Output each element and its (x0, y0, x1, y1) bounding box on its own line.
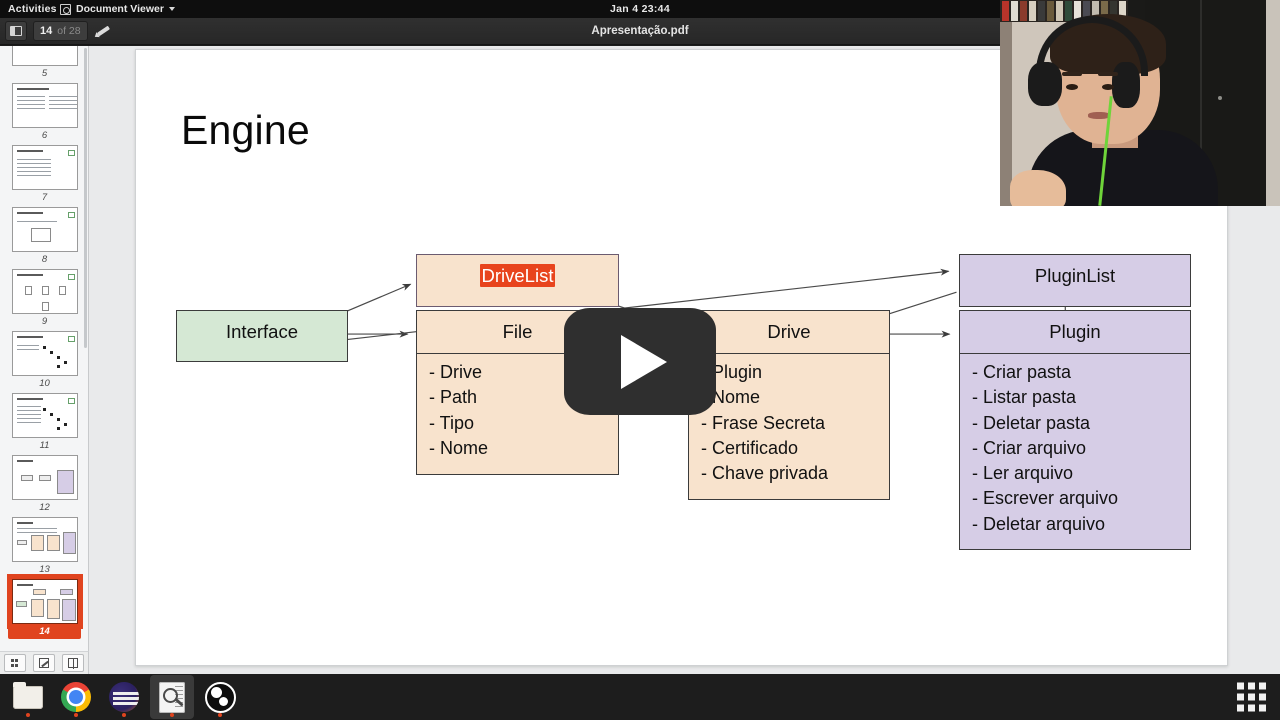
thumbnails-view-button[interactable] (3, 654, 26, 672)
thumbnail-page-9[interactable]: 9 (0, 266, 88, 328)
thumbnail-image[interactable] (11, 207, 78, 252)
thumbnail-image[interactable] (11, 145, 78, 190)
taskbar-item-chrome[interactable] (54, 675, 98, 719)
taskbar-items (0, 674, 1280, 720)
annotations-icon (38, 658, 49, 668)
thumbnail-page-number: 13 (39, 564, 50, 575)
uml-box-plugin-item: - Escrever arquivo (972, 488, 1119, 509)
uml-box-drivelist[interactable]: DriveList (416, 254, 619, 307)
thumbnail-page-5[interactable]: 5 (0, 46, 88, 80)
webcam-headphone-right (1112, 62, 1140, 108)
thumbnail-image[interactable] (11, 269, 78, 314)
uml-box-plugin-title: Plugin (960, 311, 1190, 354)
uml-box-drive-item: - Plugin (701, 362, 763, 382)
thumbnail-page-14[interactable]: 14 (0, 574, 88, 639)
uml-box-pluginlist[interactable]: PluginList (959, 254, 1191, 307)
uml-box-drive-items: - Plugin - Nome - Frase Secreta - Certifica… (689, 354, 889, 494)
page-title: Engine (181, 107, 310, 153)
webcam-person-hand (1010, 170, 1066, 206)
thumbnail-page-7[interactable]: 7 (0, 142, 88, 204)
thumbnail-toolbar (0, 651, 89, 674)
uml-box-drive-item: - Chave privada (701, 463, 829, 484)
uml-box-drive-title: Drive (689, 311, 889, 354)
running-indicator-dot (218, 713, 222, 717)
taskbar-item-evince[interactable] (150, 675, 194, 719)
thumbnail-page-8[interactable]: 8 (0, 204, 88, 266)
outline-icon (68, 658, 79, 669)
webcam-brow-right (1098, 72, 1118, 76)
uml-box-plugin-item: - Listar pasta (972, 387, 1077, 408)
taskbar-item-obs[interactable] (198, 675, 242, 719)
grid-icon (10, 659, 19, 667)
thumbnail-page-number: 8 (41, 254, 48, 265)
thumbnail-page-number: 12 (39, 502, 50, 513)
uml-box-plugin-item: - Criar arquivo (972, 437, 1087, 458)
play-triangle-icon (621, 334, 667, 389)
uml-box-file-item: - Nome (429, 437, 489, 458)
thumbnail-page-10[interactable]: 10 (0, 328, 88, 390)
uml-box-plugin[interactable]: Plugin - Criar pasta - Listar pasta - Dele… (959, 310, 1191, 550)
webcam-eye-right (1102, 84, 1114, 90)
thumbnail-page-number: 14 (39, 626, 50, 637)
play-button-icon[interactable] (564, 308, 716, 415)
webcam-headphone-left (1028, 62, 1062, 106)
thumbnail-sidebar[interactable]: 5 6 7 8 9 10 11 12 13 14 (0, 46, 89, 651)
thumbnail-image[interactable] (11, 517, 78, 562)
thumbnail-image[interactable] (6, 574, 83, 629)
thumbnail-list[interactable]: 5 6 7 8 9 10 11 12 13 14 (0, 46, 88, 639)
uml-box-pluginlist-title: PluginList (1034, 265, 1116, 286)
thumbnail-image[interactable] (11, 83, 78, 128)
taskbar-item-files[interactable] (6, 675, 50, 719)
thumbnail-page-number: 7 (41, 192, 48, 203)
thumbnail-page-number: 9 (41, 316, 48, 327)
thumbnail-image[interactable] (11, 455, 78, 500)
uml-box-plugin-item: - Deletar arquivo (972, 513, 1106, 534)
outline-view-button[interactable] (62, 654, 85, 672)
browser-icon (109, 682, 139, 712)
uml-box-drivelist-title: DriveList (479, 264, 556, 287)
thumbnail-page-number: 10 (39, 378, 50, 389)
thumbnail-page-11[interactable]: 11 (0, 390, 88, 452)
desktop-screen: Activities Document Viewer Jan 4 23:44 1… (0, 0, 1280, 720)
thumbnail-page-number: 6 (41, 130, 48, 141)
webcam-wall-edge (1000, 22, 1012, 206)
uml-box-drive-item: - Certificado (701, 437, 799, 458)
uml-box-plugin-item: - Deletar pasta (972, 412, 1091, 433)
obs-icon (204, 681, 236, 713)
uml-box-drive-item: - Nome (701, 387, 761, 408)
running-indicator-dot (170, 713, 174, 717)
running-indicator-dot (26, 713, 30, 717)
webcam-brow-left (1062, 72, 1082, 76)
thumbnail-page-12[interactable]: 12 (0, 452, 88, 514)
document-viewer-icon (159, 681, 185, 713)
uml-box-plugin-item: - Ler arquivo (972, 463, 1074, 484)
thumbnail-page-13[interactable]: 13 (0, 514, 88, 576)
uml-box-interface[interactable]: Interface (176, 310, 348, 362)
annotations-view-button[interactable] (32, 654, 55, 672)
uml-box-plugin-items: - Criar pasta - Listar pasta - Deletar pas… (960, 354, 1190, 545)
running-indicator-dot (122, 713, 126, 717)
running-indicator-dot (74, 713, 78, 717)
webcam-cabinet-knob (1218, 96, 1222, 100)
thumbnail-page-number: 5 (41, 68, 48, 79)
thumbnail-page-6[interactable]: 6 (0, 80, 88, 142)
folder-icon (13, 681, 43, 709)
webcam-cabinet-edge (1266, 0, 1280, 206)
thumbnail-image[interactable] (11, 46, 78, 66)
uml-box-drivelist-title-wrap: DriveList (417, 255, 618, 297)
thumbnail-scrollbar[interactable] (84, 48, 87, 348)
uml-box-drive[interactable]: Drive - Plugin - Nome - Frase Secreta - Cer… (688, 310, 890, 500)
app-grid-icon[interactable] (1237, 682, 1266, 712)
thumbnail-image[interactable] (11, 393, 78, 438)
uml-box-interface-title: Interface (226, 321, 298, 342)
taskbar-item-firefox[interactable] (102, 675, 146, 719)
thumbnail-page-number: 11 (39, 440, 50, 451)
webcam-overlay (1000, 0, 1280, 206)
taskbar (0, 674, 1280, 720)
uml-box-drive-item: - Frase Secreta (701, 412, 826, 433)
webcam-eye-left (1066, 84, 1078, 90)
thumbnail-image[interactable] (11, 331, 78, 376)
chrome-icon (61, 682, 91, 712)
uml-box-plugin-item: - Criar pasta (972, 362, 1072, 382)
